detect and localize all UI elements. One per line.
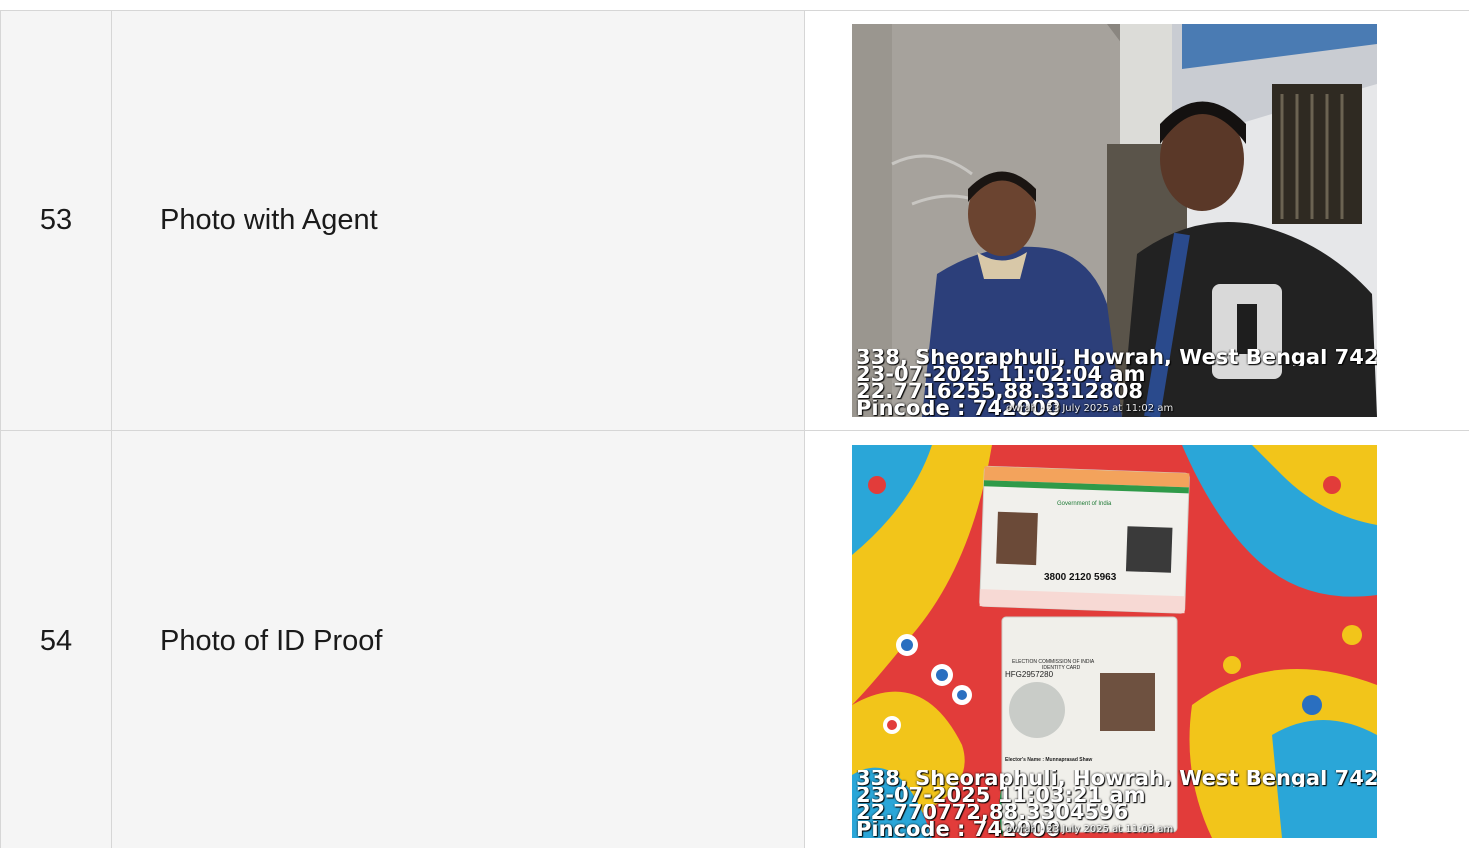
row-number: 54 (0, 430, 112, 848)
photo-cell: 338, Sheoraphuli, Howrah, West Bengal 74… (804, 10, 1469, 431)
agent-photo[interactable]: 338, Sheoraphuli, Howrah, West Bengal 74… (852, 24, 1377, 417)
verification-table-wrap: 53 Photo with Agent 338, Sheoraphuli, Ho… (0, 10, 1469, 848)
stamp-datetime: 23-07-2025 11:03:21 am (856, 786, 1146, 804)
stamp-address: 338, Sheoraphuli, Howrah, West Bengal 74… (856, 769, 1377, 787)
photo-cell: 3800 2120 5963 Government of India ELECT… (804, 430, 1469, 848)
table-row: 54 Photo of ID Proof 3800 2120 5963 Gove… (0, 430, 1469, 848)
stamp-address: 338, Sheoraphuli, Howrah, West Bengal 74… (856, 349, 1377, 366)
stamp-coords: 22.770772,88.3304596 (856, 803, 1129, 821)
id-proof-photo[interactable]: 3800 2120 5963 Government of India ELECT… (852, 444, 1377, 838)
row-label: Photo with Agent (111, 10, 805, 431)
aadhaar-number: 3800 2120 5963 (1044, 572, 1117, 583)
stamp-coords: 22.7716255,88.3312808 (856, 383, 1143, 400)
stamp-datetime: 23-07-2025 11:02:04 am (856, 366, 1146, 383)
geo-stamp: 338, Sheoraphuli, Howrah, West Bengal 74… (856, 770, 1377, 838)
verification-table: 53 Photo with Agent 338, Sheoraphuli, Ho… (0, 10, 1469, 848)
row-label: Photo of ID Proof (111, 430, 805, 848)
row-number: 53 (0, 10, 112, 431)
elector-name: Elector's Name : Munnaprasad Shaw (1005, 757, 1092, 763)
voter-id: HFG2957280 (1005, 670, 1054, 679)
aadhaar-header: Government of India (1057, 501, 1112, 507)
camera-stamp: owrah · 23 July 2025 at 11:02 am (1006, 403, 1174, 414)
table-row: 53 Photo with Agent 338, Sheoraphuli, Ho… (0, 10, 1469, 431)
geo-stamp: 338, Sheoraphuli, Howrah, West Bengal 74… (856, 349, 1377, 417)
camera-stamp: owrah · 23 July 2025 at 11:03 am (1006, 823, 1174, 835)
